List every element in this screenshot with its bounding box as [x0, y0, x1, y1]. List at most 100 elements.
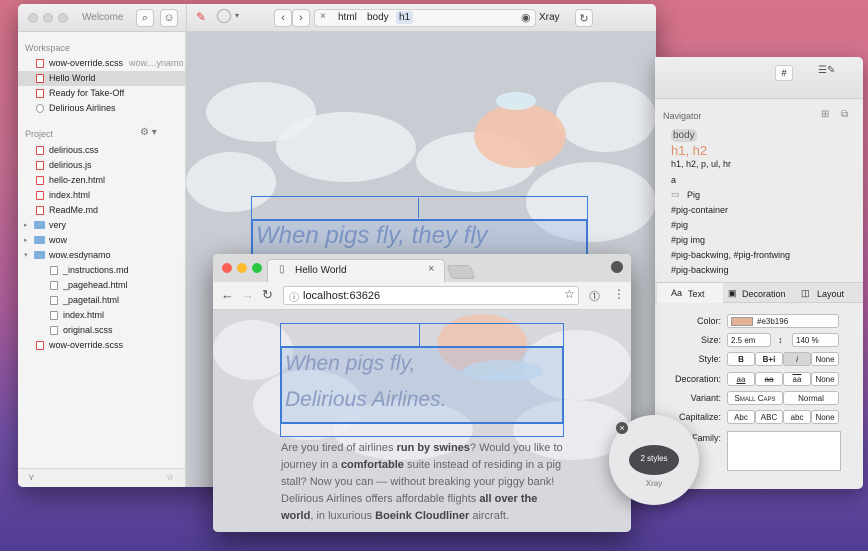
- minimize-button[interactable]: [237, 263, 247, 273]
- extension-icon[interactable]: ⓵: [589, 288, 600, 304]
- style-label: Style:: [698, 354, 721, 364]
- nav-item[interactable]: h1, h2, p, ul, hr: [671, 159, 731, 169]
- nav-item[interactable]: #pig-backwing, #pig-frontwing: [671, 250, 790, 260]
- close-icon[interactable]: ×: [616, 422, 628, 434]
- zoom-button[interactable]: [252, 263, 262, 273]
- pig-image: [474, 104, 566, 168]
- tab-layout[interactable]: Layout: [817, 289, 844, 299]
- decoration-strike[interactable]: aa: [755, 372, 783, 386]
- forward-button[interactable]: ›: [292, 9, 310, 27]
- color-field[interactable]: #e3b196: [727, 314, 839, 328]
- workspace-item[interactable]: Ready for Take-Off: [18, 86, 185, 101]
- hash-icon[interactable]: #: [775, 65, 793, 81]
- project-item[interactable]: _pagetail.html: [18, 293, 185, 308]
- file-icon: [50, 266, 58, 275]
- tab-decoration[interactable]: Decoration: [742, 289, 786, 299]
- eye-icon[interactable]: ◉: [521, 11, 531, 24]
- close-button[interactable]: [28, 13, 38, 23]
- project-item[interactable]: delirious.js: [18, 158, 185, 173]
- back-arrow-icon[interactable]: ←: [221, 287, 234, 302]
- disclosure-closed-icon[interactable]: ▸: [24, 218, 28, 233]
- project-item[interactable]: ▾ wow.esdynamo: [18, 248, 185, 263]
- project-item[interactable]: ▸ wow: [18, 233, 185, 248]
- chevron-down-icon[interactable]: ▾: [235, 11, 239, 20]
- smiley-icon[interactable]: ☺: [160, 9, 178, 27]
- intro-paragraph: Are you tired of airlines run by swines?…: [281, 440, 571, 525]
- profile-icon[interactable]: [611, 261, 623, 273]
- tools-icon[interactable]: ☰✎: [818, 65, 835, 76]
- menu-icon[interactable]: ⋮: [613, 287, 625, 301]
- browser-tab[interactable]: [267, 259, 445, 282]
- disclosure-open-icon[interactable]: ▾: [24, 248, 28, 263]
- workspace-item[interactable]: wow-override.scss wow....ynamo: [18, 56, 185, 71]
- text-run: aircraft.: [469, 510, 510, 522]
- close-tab-icon[interactable]: ×: [428, 263, 434, 275]
- decoration-overline[interactable]: aa: [783, 372, 811, 386]
- decoration-none[interactable]: None: [811, 372, 839, 386]
- project-item[interactable]: original.scss: [18, 323, 185, 338]
- star-icon[interactable]: ☆: [166, 472, 174, 483]
- nav-item-h1-h2[interactable]: h1, h2: [671, 143, 707, 158]
- add-icon[interactable]: ⊞: [821, 109, 829, 120]
- project-item[interactable]: _instructions.md: [18, 263, 185, 278]
- nav-item[interactable]: #pig: [671, 220, 688, 230]
- project-item[interactable]: index.html: [18, 188, 185, 203]
- forward-arrow-icon[interactable]: →: [241, 287, 254, 302]
- capitalize-title[interactable]: Abc: [727, 410, 755, 424]
- variant-normal[interactable]: Normal: [783, 391, 839, 405]
- xray-bubble[interactable]: × 2 styles Xray: [609, 415, 699, 505]
- zoom-button[interactable]: [58, 13, 68, 23]
- line-height-field[interactable]: 140 %: [792, 333, 839, 347]
- reload-icon[interactable]: ↻: [262, 287, 273, 303]
- nav-item[interactable]: #pig img: [671, 235, 705, 245]
- file-icon: [36, 176, 44, 185]
- bookmark-star-icon[interactable]: ☆: [564, 287, 575, 301]
- size-field[interactable]: 2.5 em: [727, 333, 771, 347]
- info-icon: ⓘ: [289, 293, 299, 304]
- path-html[interactable]: html: [335, 11, 360, 24]
- search-icon[interactable]: ⌕: [136, 9, 154, 27]
- target-icon[interactable]: [217, 9, 231, 23]
- reload-icon[interactable]: ↻: [575, 9, 593, 27]
- project-item[interactable]: wow-override.scss: [18, 338, 185, 353]
- disclosure-closed-icon[interactable]: ▸: [24, 233, 28, 248]
- project-item[interactable]: delirious.css: [18, 143, 185, 158]
- margin-outline-bottom: [280, 423, 564, 437]
- nav-item-comment[interactable]: Pig: [687, 190, 700, 200]
- file-icon: [36, 191, 44, 200]
- decoration-underline[interactable]: aa: [727, 372, 755, 386]
- settings-icon[interactable]: ⚙ ▾: [140, 127, 157, 138]
- path-h1[interactable]: h1: [396, 11, 414, 24]
- capitalize-upper[interactable]: ABC: [755, 410, 783, 424]
- project-item[interactable]: index.html: [18, 308, 185, 323]
- capitalize-lower[interactable]: abc: [783, 410, 811, 424]
- close-icon[interactable]: ×: [320, 11, 326, 22]
- workspace-item-selected[interactable]: Hello World: [18, 71, 185, 86]
- nav-item[interactable]: a: [671, 175, 676, 185]
- decoration-label: Decoration:: [674, 374, 721, 384]
- nav-item-body[interactable]: body: [671, 129, 697, 142]
- project-item[interactable]: _pagehead.html: [18, 278, 185, 293]
- style-bold-italic[interactable]: B+i: [755, 352, 783, 366]
- new-tab-button[interactable]: [446, 265, 476, 279]
- close-button[interactable]: [222, 263, 232, 273]
- style-none[interactable]: None: [811, 352, 839, 366]
- variant-small-caps[interactable]: Small Caps: [727, 391, 783, 405]
- back-button[interactable]: ‹: [274, 9, 292, 27]
- nav-item[interactable]: #pig-backwing: [671, 265, 729, 275]
- filter-icon[interactable]: ⋎: [28, 472, 35, 483]
- path-body[interactable]: body: [364, 11, 392, 24]
- family-field[interactable]: [727, 431, 841, 471]
- xray-button-label[interactable]: Xray: [539, 12, 560, 23]
- project-item[interactable]: ▸ very: [18, 218, 185, 233]
- style-bold[interactable]: B: [727, 352, 755, 366]
- pen-icon[interactable]: ✎: [196, 10, 206, 24]
- nav-item[interactable]: #pig-container: [671, 205, 728, 215]
- style-italic[interactable]: i: [783, 352, 811, 366]
- project-item[interactable]: ReadMe.md: [18, 203, 185, 218]
- capitalize-none[interactable]: None: [811, 410, 839, 424]
- link-icon[interactable]: ⧉: [841, 109, 848, 120]
- project-item[interactable]: hello-zen.html: [18, 173, 185, 188]
- workspace-item[interactable]: Delirious Airlines: [18, 101, 185, 116]
- minimize-button[interactable]: [43, 13, 53, 23]
